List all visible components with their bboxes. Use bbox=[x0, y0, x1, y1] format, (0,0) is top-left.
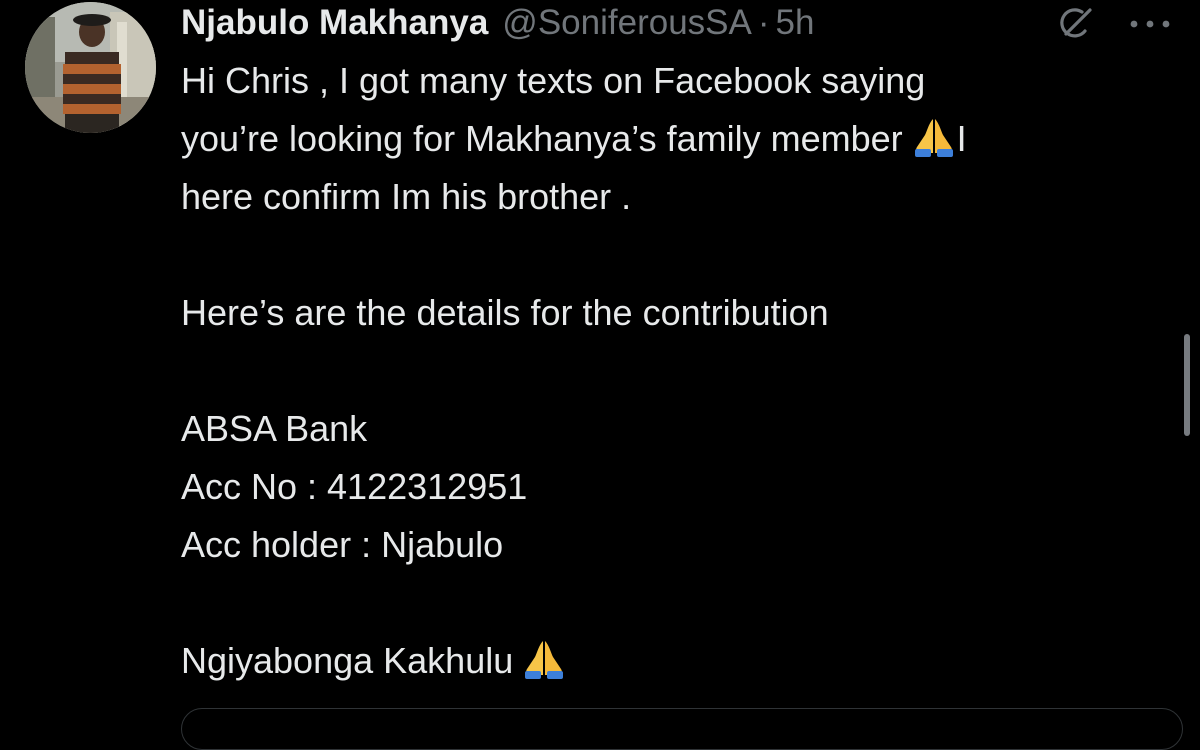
folded-hands-emoji bbox=[911, 113, 957, 159]
tweet-line-tail: I bbox=[956, 118, 967, 159]
tweet-line: Acc No : 4122312951 bbox=[181, 466, 528, 507]
tweet-line-text: Ngiyabonga Kakhulu bbox=[181, 640, 514, 681]
tweet-line: Acc holder : Njabulo bbox=[181, 524, 504, 565]
tweet-timestamp[interactable]: 5h bbox=[776, 0, 815, 46]
author-name[interactable]: Njabulo Makhanya bbox=[181, 0, 488, 46]
more-options-icon[interactable] bbox=[1128, 10, 1172, 38]
tweet-line: ABSA Bank bbox=[181, 408, 368, 449]
tweet[interactable]: Njabulo Makhanya @SoniferousSA · 5h Hi C… bbox=[0, 0, 1200, 750]
folded-hands-emoji bbox=[521, 635, 567, 681]
embedded-card-border[interactable] bbox=[181, 708, 1183, 750]
tweet-header: Njabulo Makhanya @SoniferousSA · 5h bbox=[181, 0, 814, 46]
tweet-line: here confirm Im his brother . bbox=[181, 176, 632, 217]
tweet-line: Here’s are the details for the contribut… bbox=[181, 292, 829, 333]
tweet-line: Ngiyabonga Kakhulu bbox=[181, 632, 1171, 690]
tweet-text: Hi Chris , I got many texts on Facebook … bbox=[181, 52, 1171, 690]
tweet-line: you’re looking for Makhanya’s family mem… bbox=[181, 110, 1171, 168]
avatar[interactable] bbox=[25, 2, 156, 133]
author-handle[interactable]: @SoniferousSA bbox=[502, 0, 752, 46]
grok-icon[interactable] bbox=[1052, 4, 1100, 44]
scrollbar[interactable] bbox=[1184, 334, 1190, 436]
header-separator: · bbox=[757, 3, 770, 42]
tweet-line-text: you’re looking for Makhanya’s family mem… bbox=[181, 118, 903, 159]
tweet-line: Hi Chris , I got many texts on Facebook … bbox=[181, 60, 926, 101]
